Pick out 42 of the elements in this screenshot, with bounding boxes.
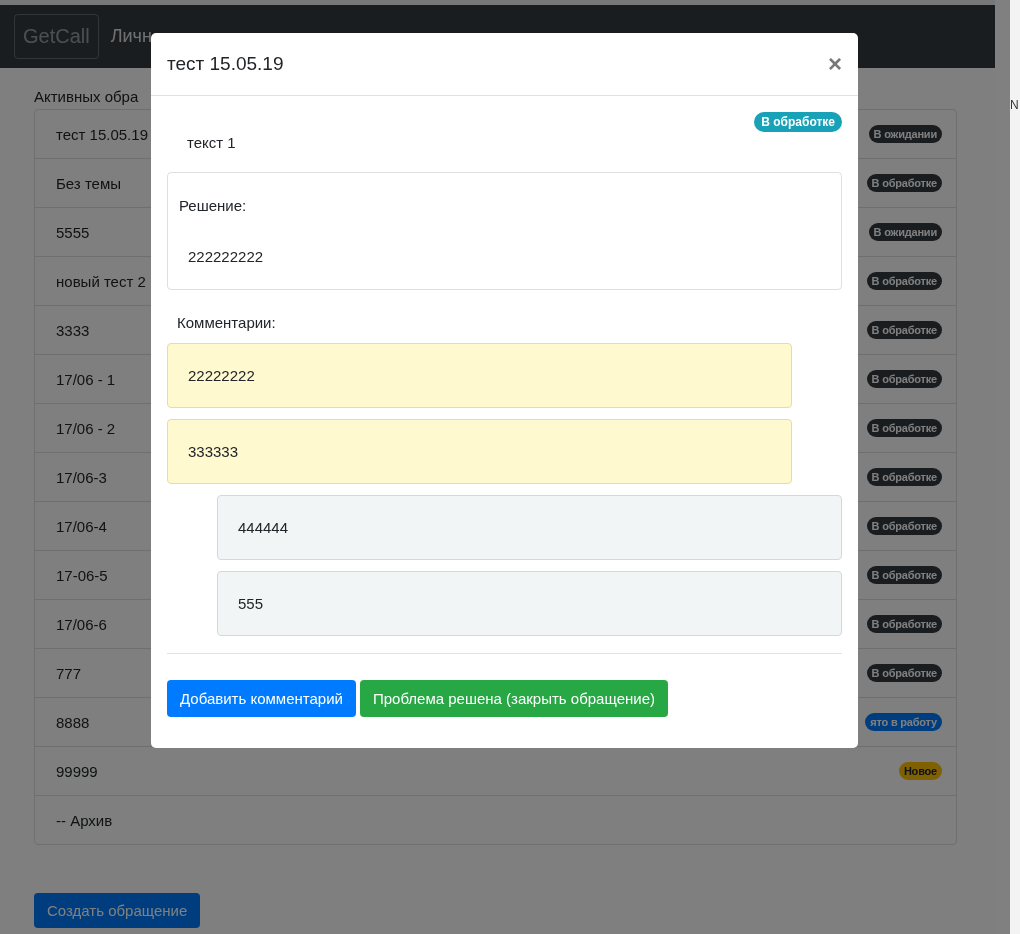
request-title: 99999 xyxy=(56,762,98,780)
comment: 22222222 xyxy=(167,343,792,408)
status-badge: В обработке xyxy=(866,468,942,486)
request-title: 17/06-6 xyxy=(56,615,107,633)
request-title: 17/06-4 xyxy=(56,517,107,535)
request-title: -- Архив xyxy=(56,811,113,829)
comment: 333333 xyxy=(167,419,792,484)
status-badge: В обработке xyxy=(866,174,942,192)
side-panel: N xyxy=(1010,0,1020,934)
status-badge: В ожидании xyxy=(868,223,942,241)
status-badge: В обработке xyxy=(866,321,942,339)
comment: 555 xyxy=(217,571,842,636)
request-title: 17/06-3 xyxy=(56,468,107,486)
request-title: 17/06 - 2 xyxy=(56,419,116,437)
request-title: 777 xyxy=(56,664,82,682)
request-title: 17-06-5 xyxy=(56,566,108,584)
status-badge: ято в работу xyxy=(865,713,942,731)
status-badge: В обработке xyxy=(866,566,942,584)
request-title: Без темы xyxy=(56,174,122,192)
solution-label: Решение: xyxy=(179,197,247,214)
status-badge: В обработке xyxy=(866,517,942,535)
status-badge: В обработке xyxy=(866,419,942,437)
status-badge: Новое xyxy=(898,762,942,780)
status-badge: В обработке xyxy=(866,370,942,388)
request-title: 17/06 - 1 xyxy=(56,370,116,388)
comments-label: Комментарии: xyxy=(177,314,277,331)
request-title: тест 15.05.19 xyxy=(56,125,148,143)
request-description: текст 1 xyxy=(186,133,237,151)
comment: 444444 xyxy=(217,495,842,560)
status-badge: В ожидании xyxy=(868,125,942,143)
status-badge: В обработке xyxy=(866,615,942,633)
request-title: новый тест 2 xyxy=(56,272,146,290)
status-badge: В обработке xyxy=(866,272,942,290)
request-title: 3333 xyxy=(56,321,90,339)
status-badge: В обработке xyxy=(866,664,942,682)
status-badge: В обработке xyxy=(754,112,842,132)
page-title: Личн xyxy=(110,26,152,47)
solution-text: 222222222 xyxy=(187,248,264,265)
modal-title: тест 15.05.19 xyxy=(167,53,284,75)
section-heading: Активных обра xyxy=(34,88,140,105)
request-title: 5555 xyxy=(56,223,90,241)
request-title: 8888 xyxy=(56,713,90,731)
